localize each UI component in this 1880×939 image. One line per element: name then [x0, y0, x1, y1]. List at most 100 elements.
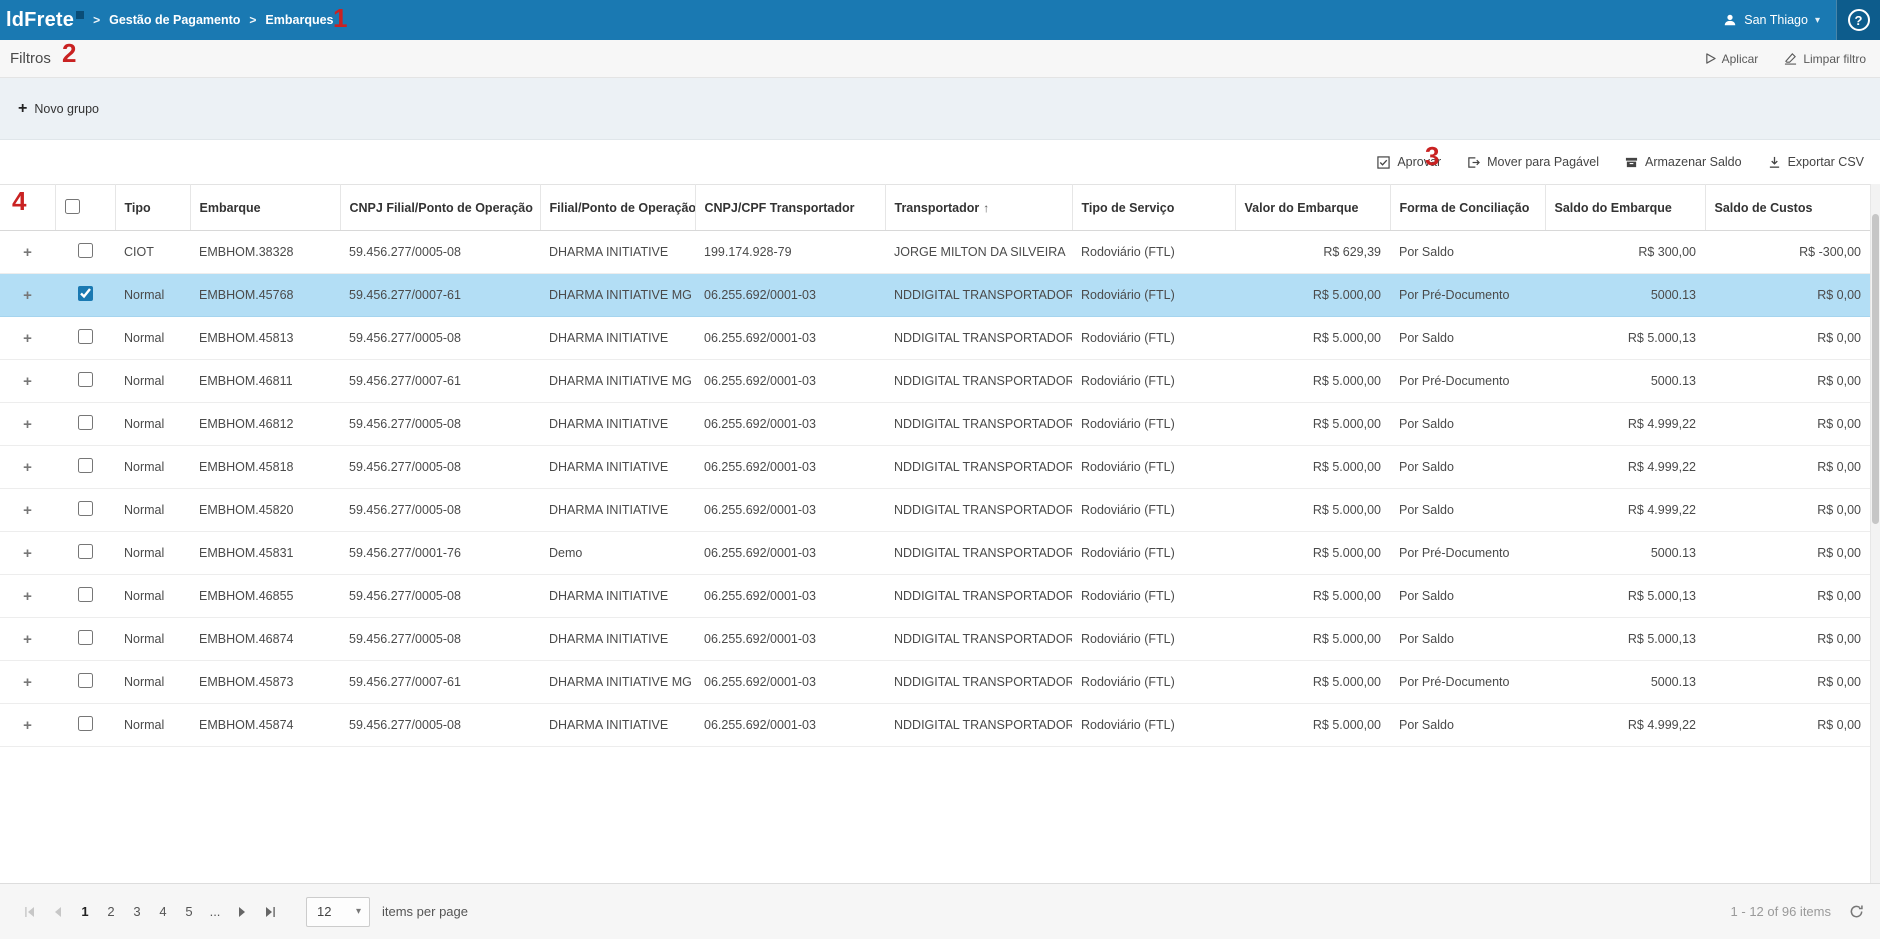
cell-transportador: NDDIGITAL TRANSPORTADORA — [885, 661, 1072, 704]
row-checkbox[interactable] — [78, 286, 93, 301]
row-checkbox[interactable] — [78, 673, 93, 688]
cell-saldo-embarque: R$ 5.000,13 — [1545, 618, 1705, 661]
table-row[interactable]: +NormalEMBHOM.4685559.456.277/0005-08DHA… — [0, 575, 1870, 618]
row-checkbox[interactable] — [78, 243, 93, 258]
table-row[interactable]: +NormalEMBHOM.4576859.456.277/0007-61DHA… — [0, 274, 1870, 317]
header-saldo-custos[interactable]: Saldo de Custos — [1705, 185, 1870, 231]
cell-saldo-embarque: R$ 4.999,22 — [1545, 446, 1705, 489]
cell-cnpj-transportador: 06.255.692/0001-03 — [695, 575, 885, 618]
last-page-icon — [264, 906, 276, 918]
prev-page-button[interactable] — [44, 898, 72, 926]
page-button-4[interactable]: 4 — [150, 898, 176, 926]
page-size-dropdown[interactable]: 12 ▾ — [306, 897, 370, 927]
expand-row-icon[interactable]: + — [23, 545, 32, 562]
checkbox-check-icon — [1377, 156, 1390, 169]
header-cnpj-filial[interactable]: CNPJ Filial/Ponto de Operação — [340, 185, 540, 231]
user-menu[interactable]: San Thiago ▾ — [1707, 0, 1836, 40]
table-row[interactable]: +NormalEMBHOM.4581859.456.277/0005-08DHA… — [0, 446, 1870, 489]
cell-forma-conciliacao: Por Saldo — [1390, 489, 1545, 532]
expand-row-icon[interactable]: + — [23, 416, 32, 433]
header-tipo-servico[interactable]: Tipo de Serviço — [1072, 185, 1235, 231]
vertical-scrollbar[interactable] — [1870, 184, 1880, 883]
expand-row-icon[interactable]: + — [23, 502, 32, 519]
cell-cnpj-transportador: 06.255.692/0001-03 — [695, 532, 885, 575]
breadcrumb-gestao-de-pagamento[interactable]: Gestão de Pagamento — [109, 13, 240, 27]
row-checkbox[interactable] — [78, 329, 93, 344]
cell-filial: DHARMA INITIATIVE — [540, 575, 695, 618]
table-row[interactable]: +NormalEMBHOM.4587359.456.277/0007-61DHA… — [0, 661, 1870, 704]
expand-row-icon[interactable]: + — [23, 674, 32, 691]
table-row[interactable]: +NormalEMBHOM.4581359.456.277/0005-08DHA… — [0, 317, 1870, 360]
row-checkbox[interactable] — [78, 587, 93, 602]
page-button-2[interactable]: 2 — [98, 898, 124, 926]
cell-tipo-servico: Rodoviário (FTL) — [1072, 317, 1235, 360]
expand-row-icon[interactable]: + — [23, 373, 32, 390]
table-row[interactable]: +CIOTEMBHOM.3832859.456.277/0005-08DHARM… — [0, 231, 1870, 274]
new-group-button[interactable]: + Novo grupo — [18, 101, 99, 117]
next-page-button[interactable] — [228, 898, 256, 926]
expand-row-icon[interactable]: + — [23, 631, 32, 648]
header-cnpj-transportador[interactable]: CNPJ/CPF Transportador — [695, 185, 885, 231]
row-checkbox[interactable] — [78, 372, 93, 387]
row-checkbox[interactable] — [78, 630, 93, 645]
expand-row-icon[interactable]: + — [23, 330, 32, 347]
help-button[interactable]: ? — [1836, 0, 1880, 40]
row-checkbox[interactable] — [78, 501, 93, 516]
table-row[interactable]: +NormalEMBHOM.4587459.456.277/0005-08DHA… — [0, 704, 1870, 747]
export-csv-button[interactable]: Exportar CSV — [1768, 155, 1864, 169]
cell-cnpj-filial: 59.456.277/0005-08 — [340, 403, 540, 446]
header-transportador[interactable]: Transportador↑ — [885, 185, 1072, 231]
table-row[interactable]: +NormalEMBHOM.4582059.456.277/0005-08DHA… — [0, 489, 1870, 532]
clear-filter-button[interactable]: Limpar filtro — [1784, 52, 1866, 66]
checkbox-cell — [55, 231, 115, 274]
page-button-3[interactable]: 3 — [124, 898, 150, 926]
row-checkbox[interactable] — [78, 716, 93, 731]
table-row[interactable]: +NormalEMBHOM.4687459.456.277/0005-08DHA… — [0, 618, 1870, 661]
cell-tipo-servico: Rodoviário (FTL) — [1072, 274, 1235, 317]
move-to-payable-button[interactable]: Mover para Pagável — [1467, 155, 1599, 169]
header-filial[interactable]: Filial/Ponto de Operação — [540, 185, 695, 231]
breadcrumb-embarques[interactable]: Embarques — [265, 13, 333, 27]
scrollbar-thumb[interactable] — [1872, 214, 1879, 524]
cell-valor-embarque: R$ 5.000,00 — [1235, 446, 1390, 489]
cell-forma-conciliacao: Por Saldo — [1390, 704, 1545, 747]
first-page-button[interactable] — [16, 898, 44, 926]
cell-valor-embarque: R$ 5.000,00 — [1235, 575, 1390, 618]
expand-row-icon[interactable]: + — [23, 287, 32, 304]
pager-ellipsis[interactable]: ... — [202, 898, 228, 926]
expand-cell: + — [0, 274, 55, 317]
header-forma-conciliacao[interactable]: Forma de Conciliação — [1390, 185, 1545, 231]
header-select-all — [55, 185, 115, 231]
header-embarque[interactable]: Embarque — [190, 185, 340, 231]
last-page-button[interactable] — [256, 898, 284, 926]
app-logo[interactable]: ldFrete — [6, 9, 84, 31]
annotation-3: 3 — [1425, 143, 1439, 169]
page-button-5[interactable]: 5 — [176, 898, 202, 926]
header-saldo-embarque[interactable]: Saldo do Embarque — [1545, 185, 1705, 231]
table-row[interactable]: +NormalEMBHOM.4583159.456.277/0001-76Dem… — [0, 532, 1870, 575]
table-row[interactable]: +NormalEMBHOM.4681159.456.277/0007-61DHA… — [0, 360, 1870, 403]
row-checkbox[interactable] — [78, 458, 93, 473]
table-row[interactable]: +NormalEMBHOM.4681259.456.277/0005-08DHA… — [0, 403, 1870, 446]
cell-cnpj-transportador: 06.255.692/0001-03 — [695, 317, 885, 360]
checkbox-cell — [55, 317, 115, 360]
expand-row-icon[interactable]: + — [23, 717, 32, 734]
cell-transportador: NDDIGITAL TRANSPORTADORA — [885, 489, 1072, 532]
cell-saldo-custos: R$ 0,00 — [1705, 446, 1870, 489]
page-size-label: items per page — [382, 904, 468, 919]
row-checkbox[interactable] — [78, 415, 93, 430]
select-all-checkbox[interactable] — [65, 199, 80, 214]
header-tipo[interactable]: Tipo — [115, 185, 190, 231]
store-balance-button[interactable]: Armazenar Saldo — [1625, 155, 1742, 169]
expand-row-icon[interactable]: + — [23, 588, 32, 605]
cell-saldo-custos: R$ 0,00 — [1705, 532, 1870, 575]
apply-filter-button[interactable]: Aplicar — [1705, 52, 1759, 66]
refresh-button[interactable] — [1849, 904, 1864, 919]
cell-saldo-embarque: 5000.13 — [1545, 661, 1705, 704]
row-checkbox[interactable] — [78, 544, 93, 559]
cell-forma-conciliacao: Por Saldo — [1390, 231, 1545, 274]
expand-row-icon[interactable]: + — [23, 459, 32, 476]
header-valor-embarque[interactable]: Valor do Embarque — [1235, 185, 1390, 231]
expand-row-icon[interactable]: + — [23, 244, 32, 261]
page-button-1[interactable]: 1 — [72, 898, 98, 926]
